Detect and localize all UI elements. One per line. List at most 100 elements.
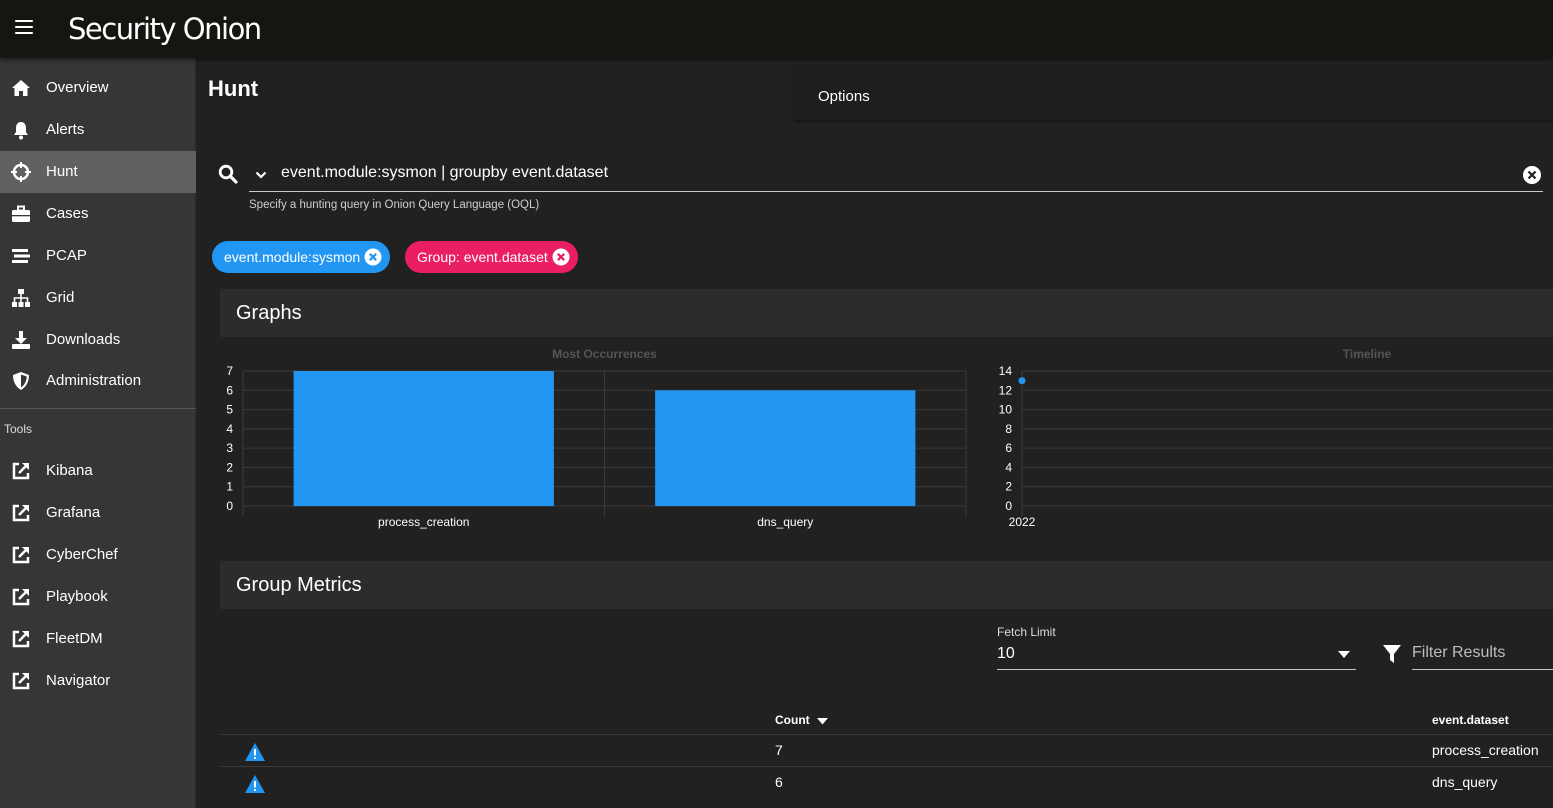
external-link-icon (12, 672, 30, 690)
y-tick-label: 5 (226, 403, 233, 417)
sidebar-item-label: FleetDM (46, 630, 103, 647)
data-point (1018, 377, 1026, 385)
chip-label: event.module:sysmon (224, 249, 361, 265)
y-tick-label: 14 (999, 364, 1013, 378)
sidebar-item-pcap[interactable]: PCAP (0, 235, 196, 277)
x-tick-label: dns_query (757, 515, 813, 529)
sidebar-item-label: Hunt (46, 163, 78, 180)
sidebar-item-cyberchef[interactable]: CyberChef (0, 534, 196, 576)
y-tick-label: 1 (226, 480, 233, 494)
filter-icon (1383, 645, 1401, 663)
chart-title: Timeline (1343, 347, 1392, 361)
warning-icon[interactable] (244, 742, 266, 762)
filter-chip[interactable]: event.module:sysmon (212, 241, 391, 273)
y-tick-label: 10 (999, 403, 1013, 417)
top-app-bar: Security Onion (0, 0, 1553, 58)
query-text: event.module:sysmon | groupby event.data… (281, 164, 609, 181)
query-input[interactable]: event.module:sysmon | groupby event.data… (249, 158, 1543, 192)
sidebar-item-label: Navigator (46, 672, 111, 689)
graphs-header[interactable]: Graphs (220, 289, 1553, 337)
y-tick-label: 4 (1005, 460, 1012, 474)
bell-icon (14, 122, 28, 140)
chip-label: Group: event.dataset (417, 249, 548, 265)
warning-icon[interactable] (244, 774, 266, 794)
filter-results-input[interactable]: Filter Results (1412, 641, 1553, 670)
sidebar-item-label: Playbook (46, 588, 108, 605)
sidebar-item-label: Kibana (46, 462, 93, 479)
sidebar-item-grid[interactable]: Grid (0, 277, 196, 319)
group-chip[interactable]: Group: event.dataset (405, 241, 578, 273)
column-header-count[interactable]: Count (775, 713, 828, 727)
sidebar-item-navigator[interactable]: Navigator (0, 660, 196, 702)
sidebar: Overview Alerts Hunt Cases PCAP Grid Dow… (0, 58, 196, 808)
row-count: 7 (775, 742, 783, 758)
briefcase-icon (12, 205, 30, 222)
bar (293, 371, 554, 506)
table-row[interactable]: 7 process_creation (220, 734, 1553, 766)
sidebar-item-fleetdm[interactable]: FleetDM (0, 618, 196, 660)
bar (655, 390, 916, 506)
shield-icon (13, 372, 29, 390)
dropdown-arrow-icon (1338, 651, 1350, 658)
query-hint: Specify a hunting query in Onion Query L… (249, 199, 540, 211)
sidebar-item-label: Grid (46, 289, 75, 306)
row-dataset: dns_query (1432, 774, 1498, 790)
sidebar-item-label: Cases (46, 205, 89, 222)
group-metrics-header[interactable]: Group Metrics (220, 561, 1553, 609)
sidebar-item-grafana[interactable]: Grafana (0, 492, 196, 534)
menu-icon[interactable] (15, 20, 33, 35)
external-link-icon (12, 462, 30, 480)
close-icon[interactable] (552, 248, 570, 266)
y-tick-label: 7 (226, 364, 233, 378)
y-tick-label: 0 (226, 499, 233, 513)
download-icon (12, 331, 30, 349)
y-tick-label: 6 (226, 383, 233, 397)
section-title: Graphs (236, 302, 302, 324)
table-row[interactable]: 6 dns_query (220, 766, 1553, 798)
y-tick-label: 6 (1005, 441, 1012, 455)
filter-placeholder: Filter Results (1412, 644, 1506, 661)
sidebar-item-administration[interactable]: Administration (0, 360, 196, 402)
sidebar-item-downloads[interactable]: Downloads (0, 319, 196, 361)
sidebar-divider (0, 408, 196, 409)
y-tick-label: 0 (1005, 499, 1012, 513)
row-dataset: process_creation (1432, 742, 1539, 758)
y-tick-label: 8 (1005, 422, 1012, 436)
row-count: 6 (775, 774, 783, 790)
sidebar-item-hunt[interactable]: Hunt (0, 151, 196, 193)
external-link-icon (12, 588, 30, 606)
y-tick-label: 12 (999, 383, 1013, 397)
clear-icon[interactable] (1523, 166, 1541, 184)
tools-header: Tools (4, 422, 33, 436)
sidebar-item-alerts[interactable]: Alerts (0, 109, 196, 151)
sidebar-item-label: Overview (46, 79, 109, 96)
fetch-limit-value: 10 (997, 645, 1015, 662)
app-logo[interactable]: Security Onion (68, 12, 262, 46)
page-title: Hunt (208, 76, 259, 101)
external-link-icon (12, 630, 30, 648)
graphs-area: Most Occurrences01234567process_creation… (226, 347, 1553, 529)
external-link-icon (12, 504, 30, 522)
sidebar-item-kibana[interactable]: Kibana (0, 450, 196, 492)
search-icon[interactable] (218, 164, 238, 184)
options-panel[interactable]: Options (794, 66, 1553, 120)
sidebar-item-label: Administration (46, 372, 142, 389)
sitemap-icon (12, 289, 30, 307)
chart-title: Most Occurrences (552, 347, 657, 361)
sidebar-item-label: CyberChef (46, 546, 118, 563)
y-tick-label: 3 (226, 441, 233, 455)
sidebar-item-overview[interactable]: Overview (0, 67, 196, 109)
column-header-dataset[interactable]: event.dataset (1432, 713, 1509, 727)
close-icon[interactable] (364, 248, 382, 266)
fetch-limit-label: Fetch Limit (997, 625, 1056, 639)
sidebar-item-playbook[interactable]: Playbook (0, 576, 196, 618)
sort-desc-icon (817, 717, 828, 725)
fetch-limit-select[interactable]: 10 (997, 641, 1356, 670)
external-link-icon (12, 546, 30, 564)
sidebar-item-cases[interactable]: Cases (0, 193, 196, 235)
section-title: Group Metrics (236, 574, 362, 596)
x-tick-label: process_creation (378, 515, 469, 529)
y-tick-label: 2 (1005, 480, 1012, 494)
y-tick-label: 2 (226, 460, 233, 474)
search-bar: event.module:sysmon | groupby event.data… (196, 158, 1553, 198)
